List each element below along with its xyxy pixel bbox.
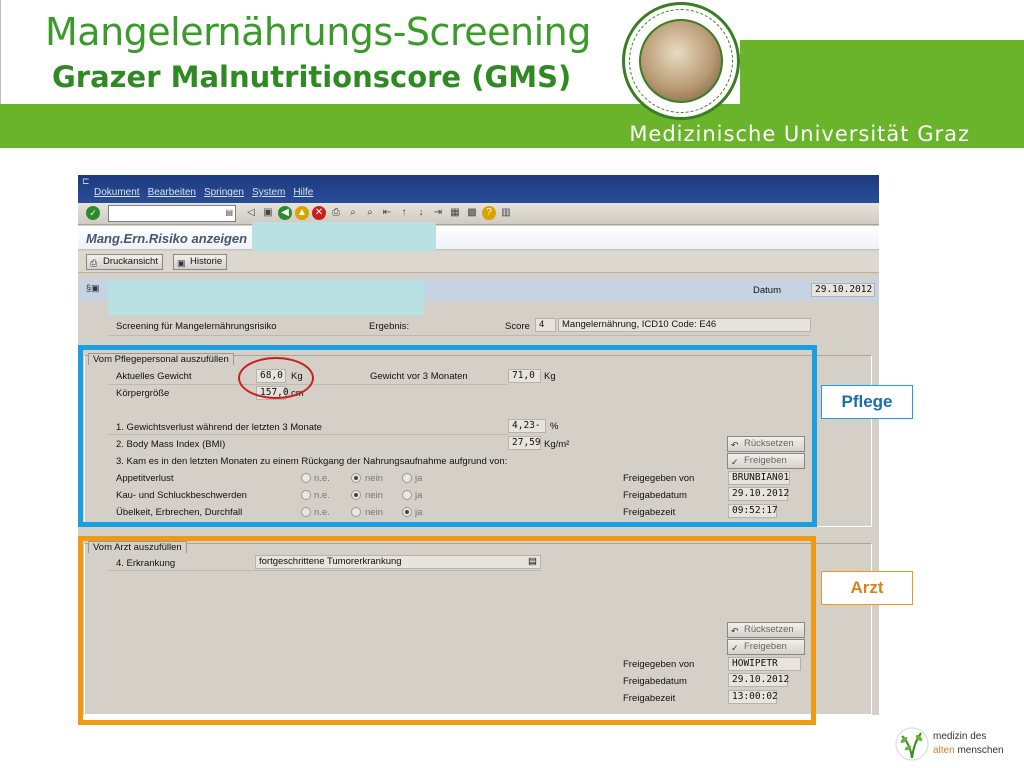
prev-page-icon[interactable]: ↑ bbox=[397, 206, 411, 220]
result-field: Mangelernährung, ICD10 Code: E46 bbox=[558, 318, 811, 332]
exit-icon[interactable]: ▲ bbox=[295, 206, 309, 220]
medizin-des-alten-menschen-logo bbox=[895, 727, 929, 761]
header-icon[interactable]: §▣ bbox=[86, 283, 100, 294]
menu-system[interactable]: System bbox=[252, 187, 285, 198]
score-label: Score bbox=[505, 321, 530, 332]
pflege-tag: Pflege bbox=[821, 385, 913, 419]
university-name: Medizinische Universität Graz bbox=[629, 122, 970, 146]
find-icon[interactable]: ⌕ bbox=[346, 206, 360, 220]
save-icon[interactable]: ▣ bbox=[261, 206, 275, 220]
datum-label: Datum bbox=[753, 285, 781, 296]
seal-portrait bbox=[639, 19, 723, 103]
history-label: Historie bbox=[190, 256, 223, 267]
menu-springen[interactable]: Springen bbox=[204, 187, 244, 198]
command-field[interactable]: ▤ bbox=[108, 205, 236, 222]
window-corner-icon[interactable]: ⊏ bbox=[82, 176, 90, 187]
print-preview-icon: ⎙ bbox=[90, 258, 98, 268]
divider bbox=[108, 335, 810, 336]
left-rule bbox=[0, 0, 1, 106]
slide-title: Mangelernährungs-Screening bbox=[45, 10, 591, 54]
slide-subtitle: Grazer Malnutritionscore (GMS) bbox=[52, 60, 572, 94]
history-icon: ▣ bbox=[177, 258, 186, 268]
logo-text-line2: alten menschen bbox=[933, 745, 1004, 756]
print-preview-button[interactable]: ⎙ Druckansicht bbox=[86, 254, 163, 270]
arzt-highlight-frame bbox=[78, 536, 816, 725]
brand-band-top bbox=[740, 40, 1024, 104]
score-field: 4 bbox=[535, 318, 556, 332]
last-page-icon[interactable]: ⇥ bbox=[431, 206, 445, 220]
help-icon[interactable]: ? bbox=[482, 206, 496, 220]
pflege-highlight-frame bbox=[78, 345, 817, 527]
shortcut-icon[interactable]: ▩ bbox=[465, 206, 479, 220]
datum-field: 29.10.2012 bbox=[811, 283, 875, 297]
logo-text-alten: alten bbox=[933, 745, 955, 756]
menu-items: Dokument Bearbeiten Springen System Hilf… bbox=[94, 187, 313, 198]
enter-icon[interactable]: ✓ bbox=[86, 206, 100, 220]
dropdown-icon[interactable]: ▤ bbox=[225, 208, 233, 217]
print-preview-label: Druckansicht bbox=[103, 256, 158, 267]
menu-hilfe[interactable]: Hilfe bbox=[293, 187, 313, 198]
cancel-icon[interactable]: ✕ bbox=[312, 206, 326, 220]
window-title: Mang.Ern.Risiko anzeigen bbox=[86, 231, 248, 246]
sap-titlebar: Mang.Ern.Risiko anzeigen bbox=[78, 226, 879, 250]
new-session-icon[interactable]: ▦ bbox=[448, 206, 462, 220]
screening-label: Screening für Mangelernährungsrisiko bbox=[116, 321, 277, 332]
arzt-tag: Arzt bbox=[821, 571, 913, 605]
back-icon[interactable]: ◀ bbox=[278, 206, 292, 220]
logo-text-line1: medizin des bbox=[933, 731, 987, 742]
toolbar-icons: ◁ ▣ ◀ ▲ ✕ ⎙ ⌕ ⌕ ⇤ ↑ ↓ ⇥ ▦ ▩ ? ▥ bbox=[244, 206, 513, 220]
result-label: Ergebnis: bbox=[369, 321, 410, 332]
back-arrow-icon[interactable]: ◁ bbox=[244, 206, 258, 220]
history-button[interactable]: ▣ Historie bbox=[173, 254, 228, 270]
university-seal-logo bbox=[622, 2, 740, 120]
application-toolbar: ⎙ Druckansicht ▣ Historie bbox=[78, 251, 879, 273]
sap-toolbar: ✓ ▤ ◁ ▣ ◀ ▲ ✕ ⎙ ⌕ ⌕ ⇤ ↑ ↓ ⇥ ▦ ▩ ? ▥ bbox=[78, 203, 879, 225]
first-page-icon[interactable]: ⇤ bbox=[380, 206, 394, 220]
weight-highlight-ellipse bbox=[238, 357, 314, 399]
menu-dokument[interactable]: Dokument bbox=[94, 187, 140, 198]
layout-icon[interactable]: ▥ bbox=[499, 206, 513, 220]
print-icon[interactable]: ⎙ bbox=[329, 206, 343, 220]
logo-text-menschen: menschen bbox=[954, 745, 1004, 756]
redaction-box-patient bbox=[108, 281, 424, 315]
menu-bearbeiten[interactable]: Bearbeiten bbox=[148, 187, 196, 198]
next-page-icon[interactable]: ↓ bbox=[414, 206, 428, 220]
slide: Mangelernährungs-Screening Grazer Malnut… bbox=[0, 0, 1024, 768]
find-next-icon[interactable]: ⌕ bbox=[363, 206, 377, 220]
sap-menubar: ⊏ Dokument Bearbeiten Springen System Hi… bbox=[78, 175, 879, 203]
